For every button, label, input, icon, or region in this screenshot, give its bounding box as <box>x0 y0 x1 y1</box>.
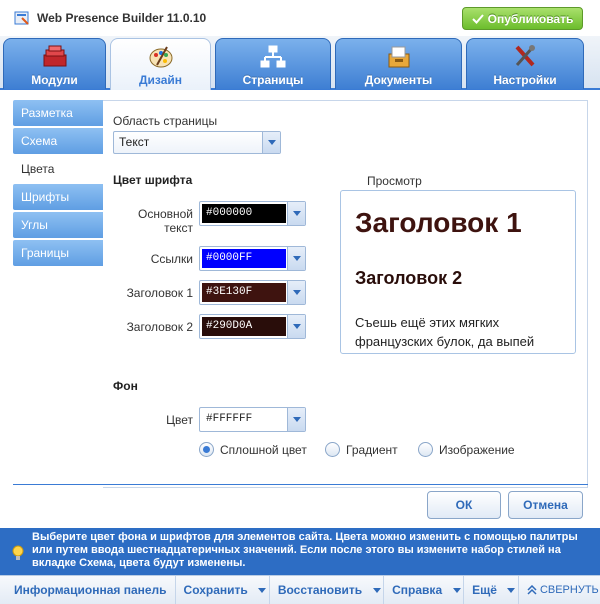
heading1-color-label: Заголовок 1 <box>126 286 193 300</box>
radio-button[interactable] <box>325 442 340 457</box>
radio-button[interactable] <box>418 442 433 457</box>
restore-split-button: Восстановить <box>270 575 385 604</box>
lightbulb-icon <box>12 545 24 560</box>
radio-solid-color[interactable]: Сплошной цвет <box>199 442 307 457</box>
chevron-down-icon[interactable] <box>262 132 280 153</box>
main-text-color-label: Основной текст <box>137 207 193 235</box>
publish-button[interactable]: Опубликовать <box>462 7 583 30</box>
tab-label: Модули <box>31 73 78 87</box>
dashboard-link[interactable]: Информационная панель <box>0 575 176 604</box>
radio-label: Градиент <box>346 442 398 457</box>
tab-settings[interactable]: Настройки <box>466 38 584 89</box>
chevron-down-icon[interactable] <box>287 281 305 304</box>
chevron-down-icon[interactable] <box>450 575 465 604</box>
links-color-value[interactable]: #0000FF <box>202 249 286 268</box>
sidebar-item-layout[interactable]: Разметка <box>13 100 103 126</box>
publish-label: Опубликовать <box>487 11 574 26</box>
preview-body-text: Съешь ещё этих мягких французских булок,… <box>355 315 535 349</box>
help-button[interactable]: Справка <box>384 576 450 604</box>
content-area: Разметка Схема Цвета Шрифты Углы Границы… <box>0 90 600 528</box>
sidebar-item-fonts[interactable]: Шрифты <box>13 184 103 210</box>
checkmark-icon <box>471 13 484 24</box>
tab-label: Документы <box>364 73 433 87</box>
preview-heading2: Заголовок 2 <box>355 268 463 288</box>
chevron-down-icon[interactable] <box>287 247 305 270</box>
chevron-down-icon[interactable] <box>256 575 270 604</box>
more-button[interactable]: Ещё <box>464 576 505 604</box>
collapse-label: СВЕРНУТЬ <box>539 584 599 596</box>
background-color-field[interactable]: #FFFFFF <box>199 407 306 432</box>
links-color-label: Ссылки <box>150 252 193 266</box>
collapse-button[interactable]: СВЕРНУТЬ <box>519 584 599 596</box>
heading2-color-label: Заголовок 2 <box>126 320 193 334</box>
preview-box: Заголовок 1 Заголовок 2 Съешь ещё этих м… <box>340 190 576 354</box>
chevron-down-icon[interactable] <box>287 202 305 225</box>
heading2-color-field[interactable]: #290D0A <box>199 314 306 339</box>
settings-tools-icon <box>515 45 535 67</box>
main-text-color-field[interactable]: #000000 <box>199 201 306 226</box>
heading1-color-value[interactable]: #3E130F <box>202 283 286 302</box>
font-color-title: Цвет шрифта <box>113 173 193 187</box>
preview-label: Просмотр <box>367 174 422 188</box>
sidebar-item-corners[interactable]: Углы <box>13 212 103 238</box>
ok-button[interactable]: ОК <box>427 491 501 519</box>
background-color-label: Цвет <box>166 413 193 427</box>
restore-button[interactable]: Восстановить <box>270 576 370 604</box>
radio-gradient[interactable]: Градиент <box>325 442 398 457</box>
radio-button[interactable] <box>199 442 214 457</box>
tab-pages[interactable]: Страницы <box>215 38 331 89</box>
main-text-color-value[interactable]: #000000 <box>202 204 286 223</box>
tab-design[interactable]: Дизайн <box>110 38 211 91</box>
save-split-button: Сохранить <box>176 575 270 604</box>
heading1-color-field[interactable]: #3E130F <box>199 280 306 305</box>
more-split-button: Ещё <box>464 575 519 604</box>
bottom-bar: Информационная панель Сохранить Восстано… <box>0 575 600 604</box>
background-title: Фон <box>113 379 138 393</box>
preview-heading1: Заголовок 1 <box>355 207 522 238</box>
save-button[interactable]: Сохранить <box>176 576 256 604</box>
design-palette-icon <box>149 46 172 68</box>
title-bar: Web Presence Builder 11.0.10 Опубликоват… <box>0 0 600 36</box>
cancel-button[interactable]: Отмена <box>508 491 583 519</box>
chevron-down-icon[interactable] <box>287 408 305 431</box>
tab-documents[interactable]: Документы <box>335 38 462 89</box>
chevron-down-icon[interactable] <box>370 575 385 604</box>
info-bar: Выберите цвет фона и шрифтов для элемент… <box>0 528 600 575</box>
colors-panel: Область страницы Текст Цвет шрифта Просм… <box>103 100 588 488</box>
chevron-down-icon[interactable] <box>287 315 305 338</box>
sidebar-item-colors[interactable]: Цвета <box>13 156 103 182</box>
info-text: Выберите цвет фона и шрифтов для элемент… <box>32 531 578 569</box>
tab-label: Дизайн <box>138 73 183 87</box>
collapse-chevrons-icon <box>527 585 537 595</box>
background-color-value[interactable]: #FFFFFF <box>202 410 286 429</box>
radio-image[interactable]: Изображение <box>418 442 515 457</box>
pages-sitemap-icon <box>260 45 286 68</box>
sidebar-item-borders[interactable]: Границы <box>13 240 103 266</box>
help-split-button: Справка <box>384 575 465 604</box>
page-area-value: Текст <box>119 135 150 149</box>
app-logo-icon <box>14 11 29 25</box>
heading2-color-value[interactable]: #290D0A <box>202 317 286 336</box>
main-tabs: Модули Дизайн Страницы Документы Настрой… <box>0 36 600 91</box>
links-color-field[interactable]: #0000FF <box>199 246 306 271</box>
divider <box>13 484 588 485</box>
tab-label: Настройки <box>493 73 557 87</box>
tab-label: Страницы <box>242 73 304 87</box>
radio-label: Сплошной цвет <box>220 442 307 457</box>
modules-icon <box>43 45 66 67</box>
radio-label: Изображение <box>439 442 515 457</box>
documents-box-icon <box>388 46 409 68</box>
sidebar-item-scheme[interactable]: Схема <box>13 128 103 154</box>
page-area-label: Область страницы <box>113 114 218 128</box>
tab-modules[interactable]: Модули <box>3 38 106 89</box>
app-title: Web Presence Builder 11.0.10 <box>37 11 207 25</box>
design-sidebar: Разметка Схема Цвета Шрифты Углы Границы <box>13 100 103 268</box>
chevron-down-icon[interactable] <box>505 575 519 604</box>
page-area-select[interactable]: Текст <box>113 131 281 154</box>
